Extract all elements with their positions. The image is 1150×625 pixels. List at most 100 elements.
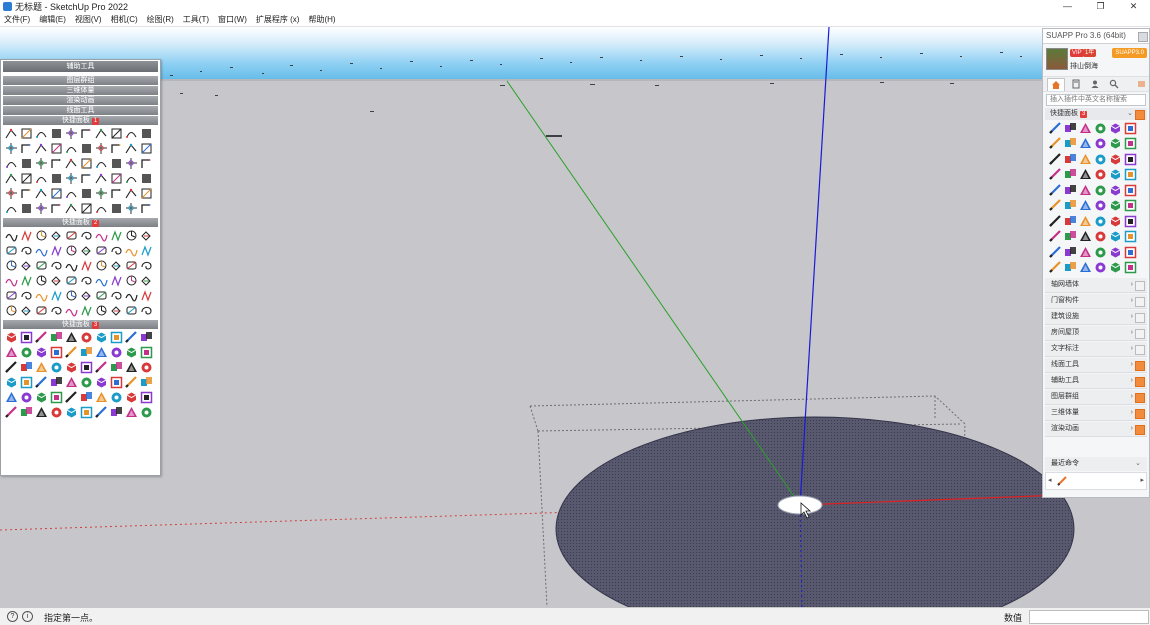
- tool-button[interactable]: [64, 201, 78, 215]
- tool-button[interactable]: [1123, 137, 1137, 151]
- tool-button[interactable]: [124, 156, 138, 170]
- tool-button[interactable]: [109, 303, 123, 317]
- tool-button[interactable]: [34, 171, 48, 185]
- pin-icon[interactable]: [1138, 32, 1148, 42]
- tool-button[interactable]: [79, 201, 93, 215]
- menu-window[interactable]: 窗口(W): [214, 13, 252, 26]
- tool-button[interactable]: [64, 171, 78, 185]
- tool-button[interactable]: [94, 330, 108, 344]
- pencil-icon[interactable]: [1056, 475, 1068, 487]
- tool-button[interactable]: [79, 258, 93, 272]
- tool-button[interactable]: [1063, 168, 1077, 182]
- tool-button[interactable]: [64, 330, 78, 344]
- tool-button[interactable]: [1108, 152, 1122, 166]
- tool-button[interactable]: [49, 126, 63, 140]
- settings-square-icon[interactable]: [1135, 425, 1145, 435]
- tool-button[interactable]: [94, 303, 108, 317]
- tool-button[interactable]: [79, 273, 93, 287]
- tool-button[interactable]: [1093, 230, 1107, 244]
- tool-button[interactable]: [1093, 137, 1107, 151]
- tool-button[interactable]: [64, 228, 78, 242]
- tool-button[interactable]: [4, 345, 18, 359]
- tool-button[interactable]: [49, 201, 63, 215]
- tool-button[interactable]: [94, 186, 108, 200]
- tool-button[interactable]: [34, 186, 48, 200]
- tool-button[interactable]: [109, 405, 123, 419]
- tool-button[interactable]: [19, 345, 33, 359]
- tool-button[interactable]: [94, 141, 108, 155]
- tool-button[interactable]: [124, 126, 138, 140]
- tool-button[interactable]: [49, 303, 63, 317]
- tool-button[interactable]: [124, 243, 138, 257]
- tool-button[interactable]: [79, 405, 93, 419]
- tool-button[interactable]: [1093, 121, 1107, 135]
- settings-square-icon[interactable]: [1135, 297, 1145, 307]
- tool-button[interactable]: [94, 258, 108, 272]
- tool-button[interactable]: [4, 141, 18, 155]
- tool-button[interactable]: [139, 405, 153, 419]
- tool-button[interactable]: [79, 171, 93, 185]
- menu-draw[interactable]: 绘图(R): [143, 13, 179, 26]
- tool-button[interactable]: [79, 345, 93, 359]
- tool-button[interactable]: [124, 141, 138, 155]
- tool-button[interactable]: [1048, 245, 1062, 259]
- tool-button[interactable]: [4, 258, 18, 272]
- close-button[interactable]: ✕: [1117, 0, 1150, 13]
- tool-button[interactable]: [4, 228, 18, 242]
- tool-button[interactable]: [1048, 199, 1062, 213]
- tool-button[interactable]: [1093, 168, 1107, 182]
- tool-button[interactable]: [139, 156, 153, 170]
- quick-panel-3-header[interactable]: 快捷面板 3: [3, 320, 158, 329]
- menu-view[interactable]: 视图(V): [71, 13, 107, 26]
- tool-button[interactable]: [124, 228, 138, 242]
- tool-button[interactable]: [19, 390, 33, 404]
- settings-square-icon[interactable]: [1135, 281, 1145, 291]
- tool-button[interactable]: [94, 405, 108, 419]
- settings-square-icon[interactable]: [1135, 329, 1145, 339]
- tool-button[interactable]: [1093, 199, 1107, 213]
- settings-square-icon[interactable]: [1135, 361, 1145, 371]
- tool-button[interactable]: [1108, 137, 1122, 151]
- tool-button[interactable]: [4, 330, 18, 344]
- tool-button[interactable]: [4, 390, 18, 404]
- tool-button[interactable]: [1063, 261, 1077, 275]
- settings-square-icon[interactable]: [1135, 313, 1145, 323]
- tool-button[interactable]: [34, 141, 48, 155]
- tool-button[interactable]: [79, 141, 93, 155]
- tool-button[interactable]: [4, 201, 18, 215]
- tool-button[interactable]: [1078, 230, 1092, 244]
- tool-button[interactable]: [49, 258, 63, 272]
- tool-button[interactable]: [1078, 199, 1092, 213]
- tool-button[interactable]: [139, 126, 153, 140]
- tool-button[interactable]: [139, 273, 153, 287]
- tool-button[interactable]: [1123, 121, 1137, 135]
- tool-button[interactable]: [64, 126, 78, 140]
- tool-button[interactable]: [94, 360, 108, 374]
- tool-button[interactable]: [1108, 245, 1122, 259]
- tool-button[interactable]: [139, 390, 153, 404]
- tool-button[interactable]: [49, 345, 63, 359]
- tool-button[interactable]: [64, 156, 78, 170]
- category-item[interactable]: 线面工具 ›: [1045, 358, 1147, 373]
- tool-button[interactable]: [94, 228, 108, 242]
- tool-button[interactable]: [1123, 230, 1137, 244]
- tool-button[interactable]: [1048, 214, 1062, 228]
- tool-button[interactable]: [139, 258, 153, 272]
- tool-button[interactable]: [34, 375, 48, 389]
- tool-button[interactable]: [124, 171, 138, 185]
- recent-commands-header[interactable]: 最近命令 ⌄: [1045, 457, 1147, 471]
- section-3d-massing[interactable]: 三维体量: [3, 86, 158, 95]
- tool-button[interactable]: [109, 258, 123, 272]
- quick-panel-1-header[interactable]: 快捷面板 1: [3, 116, 158, 125]
- tool-button[interactable]: [19, 258, 33, 272]
- tool-button[interactable]: [19, 243, 33, 257]
- panel-header[interactable]: 辅助工具: [3, 61, 158, 72]
- tool-button[interactable]: [64, 303, 78, 317]
- tool-button[interactable]: [19, 303, 33, 317]
- tool-button[interactable]: [1048, 168, 1062, 182]
- scroll-right-button[interactable]: ▸: [1140, 476, 1144, 484]
- quick-panel-header[interactable]: 快捷面板 3 ⌄: [1045, 108, 1147, 120]
- tool-button[interactable]: [1108, 121, 1122, 135]
- plugin-search-input[interactable]: 插入插件中英文名称搜索: [1046, 94, 1146, 106]
- tool-button[interactable]: [1063, 152, 1077, 166]
